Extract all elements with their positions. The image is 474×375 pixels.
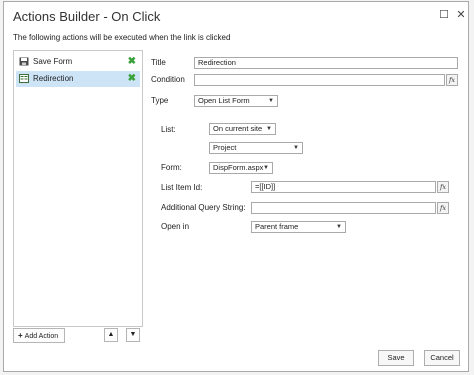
list-item-redirection[interactable]: Redirection ✖ — [16, 71, 140, 87]
add-action-button[interactable]: + Add Action — [13, 328, 65, 343]
list-site-value: On current site — [213, 124, 263, 133]
form-select[interactable]: DispForm.aspx ▼ — [209, 162, 273, 174]
delete-icon[interactable]: ✖ — [128, 73, 136, 84]
query-string-label: Additional Query String: — [161, 203, 246, 212]
type-select-value: Open List Form — [198, 96, 250, 105]
chevron-down-icon: ▼ — [263, 165, 269, 171]
chevron-down-icon: ▼ — [268, 98, 274, 104]
move-down-button[interactable]: ▼ — [126, 328, 140, 342]
actions-list: Save Form ✖ Redirection ✖ — [13, 50, 143, 327]
plus-icon: + — [18, 331, 23, 340]
list-item-save-form[interactable]: Save Form ✖ — [16, 54, 140, 70]
chevron-down-icon: ▼ — [293, 145, 299, 151]
chevron-down-icon: ▼ — [266, 126, 272, 132]
list-item-id-input[interactable]: =[[ID]] — [251, 181, 436, 193]
list-item-id-label: List Item Id: — [161, 183, 203, 192]
open-in-label: Open in — [161, 222, 190, 231]
maximize-icon[interactable]: ☐ — [438, 9, 450, 21]
chevron-down-icon: ▼ — [336, 224, 342, 230]
form-icon — [19, 74, 29, 83]
list-item-id-fx-button[interactable]: fx — [437, 181, 449, 193]
save-icon — [19, 57, 29, 66]
type-select[interactable]: Open List Form ▼ — [194, 95, 278, 107]
form-select-value: DispForm.aspx — [213, 163, 264, 172]
cancel-button[interactable]: Cancel — [424, 350, 460, 366]
move-up-button[interactable]: ▲ — [104, 328, 118, 342]
list-site-select[interactable]: On current site ▼ — [209, 123, 276, 135]
query-string-input[interactable] — [251, 202, 436, 214]
dialog-subtitle: The following actions will be executed w… — [13, 33, 231, 42]
list-select[interactable]: Project ▼ — [209, 142, 303, 154]
delete-icon[interactable]: ✖ — [128, 56, 136, 67]
list-label: List: — [161, 125, 176, 134]
condition-label: Condition — [151, 75, 185, 84]
open-in-select[interactable]: Parent frame ▼ — [251, 221, 346, 233]
dialog-title: Actions Builder - On Click — [13, 9, 161, 24]
query-string-fx-button[interactable]: fx — [437, 202, 449, 214]
condition-input[interactable] — [194, 74, 445, 86]
type-label: Type — [151, 96, 169, 105]
list-item-label: Redirection — [33, 74, 74, 83]
title-input[interactable]: Redirection — [194, 57, 458, 69]
actions-builder-dialog: Actions Builder - On Click ☐ ✕ The follo… — [3, 1, 469, 372]
open-in-select-value: Parent frame — [255, 222, 299, 231]
add-action-label: Add Action — [24, 333, 59, 340]
title-label: Title — [151, 58, 166, 67]
list-item-label: Save Form — [33, 57, 73, 66]
close-icon[interactable]: ✕ — [455, 9, 467, 21]
list-select-value: Project — [213, 143, 237, 152]
form-label: Form: — [161, 163, 182, 172]
save-button[interactable]: Save — [378, 350, 414, 366]
title-bar: Actions Builder - On Click ☐ ✕ — [4, 2, 468, 30]
condition-fx-button[interactable]: fx — [446, 74, 458, 86]
